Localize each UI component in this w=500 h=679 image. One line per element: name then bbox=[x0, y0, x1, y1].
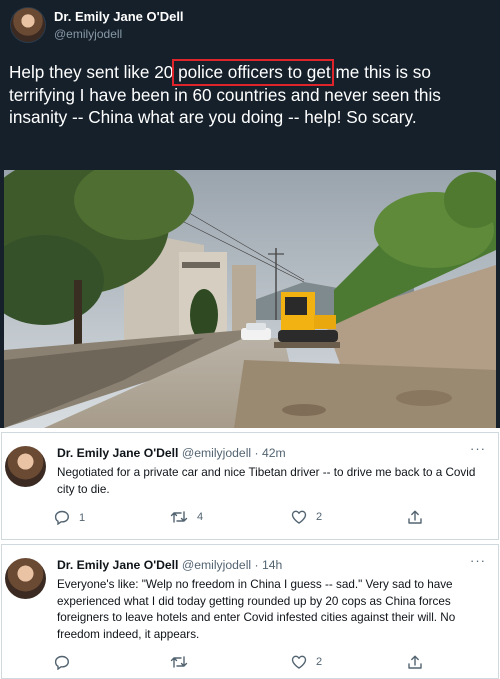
separator: · bbox=[254, 558, 259, 572]
like-button[interactable]: 2 bbox=[291, 510, 322, 524]
avatar[interactable] bbox=[5, 446, 46, 487]
share-icon bbox=[408, 510, 422, 524]
like-button[interactable]: 2 bbox=[291, 655, 322, 669]
tweet-text: Negotiated for a private car and nice Ti… bbox=[57, 466, 476, 496]
author-name[interactable]: Dr. Emily Jane O'Dell bbox=[54, 9, 184, 24]
action-bar: 2 bbox=[54, 655, 434, 673]
avatar[interactable] bbox=[5, 558, 46, 599]
highlight-annotation-box bbox=[172, 59, 334, 86]
tweet-text-start: Help they sent like bbox=[9, 62, 155, 82]
reply-button[interactable] bbox=[54, 655, 79, 670]
author-handle[interactable]: @emilyjodell bbox=[182, 446, 251, 460]
more-icon[interactable]: ··· bbox=[470, 553, 486, 568]
tweet-photo[interactable] bbox=[4, 170, 496, 428]
retweet-button[interactable] bbox=[170, 655, 197, 669]
tweet-text: Everyone's like: "Welp no freedom in Chi… bbox=[57, 578, 456, 641]
like-icon bbox=[291, 655, 307, 669]
share-button[interactable] bbox=[407, 510, 423, 525]
reply-tweet[interactable]: Dr. Emily Jane O'Dell @emilyjodell · 14h… bbox=[1, 544, 499, 679]
main-tweet: Dr. Emily Jane O'Dell @emilyjodell Help … bbox=[0, 0, 500, 428]
separator: · bbox=[254, 446, 259, 460]
timestamp[interactable]: 14h bbox=[262, 558, 282, 572]
reply-count: 1 bbox=[79, 511, 86, 524]
timestamp[interactable]: 42m bbox=[262, 446, 286, 460]
like-count: 2 bbox=[316, 511, 323, 523]
retweet-icon bbox=[170, 511, 188, 523]
share-icon bbox=[408, 655, 422, 669]
retweet-icon bbox=[170, 656, 188, 668]
tweet-header: Dr. Emily Jane O'Dell @emilyjodell · 42m bbox=[57, 446, 286, 460]
tweet-header: Dr. Emily Jane O'Dell @emilyjodell · 14h bbox=[57, 558, 282, 572]
retweet-count: 4 bbox=[197, 511, 204, 523]
reply-tweet[interactable]: Dr. Emily Jane O'Dell @emilyjodell · 42m… bbox=[1, 432, 499, 540]
reply-icon bbox=[54, 510, 70, 525]
reply-icon bbox=[54, 655, 70, 670]
author-name[interactable]: Dr. Emily Jane O'Dell bbox=[57, 446, 178, 460]
share-button[interactable] bbox=[407, 655, 423, 670]
retweet-button[interactable]: 4 bbox=[170, 510, 203, 524]
author-handle[interactable]: @emilyjodell bbox=[182, 558, 251, 572]
author-handle[interactable]: @emilyjodell bbox=[54, 27, 122, 41]
more-icon[interactable]: ··· bbox=[470, 441, 486, 456]
like-count: 2 bbox=[316, 656, 323, 668]
reply-button[interactable]: 1 bbox=[54, 510, 85, 525]
author-name[interactable]: Dr. Emily Jane O'Dell bbox=[57, 558, 178, 572]
avatar[interactable] bbox=[10, 7, 46, 43]
action-bar: 1 4 2 bbox=[54, 510, 434, 528]
like-icon bbox=[291, 510, 307, 524]
